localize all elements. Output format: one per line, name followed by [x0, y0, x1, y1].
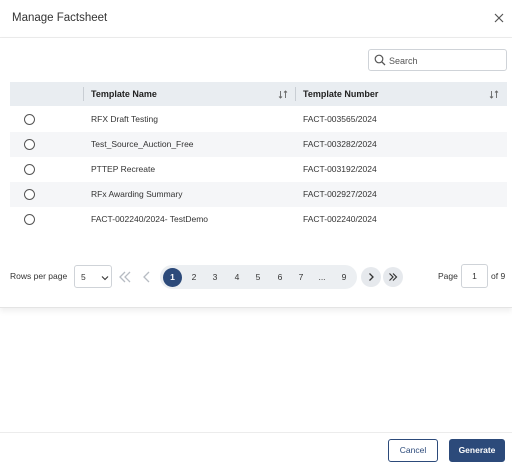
page-4-button[interactable]: 4: [228, 265, 246, 289]
rows-per-page-select[interactable]: 5: [74, 265, 112, 288]
template-number-cell: FACT-003192/2024: [303, 164, 377, 174]
column-header-template-number[interactable]: Template Number: [303, 82, 378, 106]
close-icon[interactable]: [492, 11, 506, 25]
search-icon: [374, 54, 386, 66]
column-divider: [295, 87, 296, 101]
row-radio[interactable]: [24, 114, 35, 125]
dialog-title: Manage Factsheet: [12, 12, 108, 24]
template-number-cell: FACT-003282/2024: [303, 139, 377, 149]
template-name-cell: RFx Awarding Summary: [91, 189, 183, 199]
last-page-icon: [389, 273, 398, 281]
table-row[interactable]: RFx Awarding Summary FACT-002927/2024: [10, 182, 507, 207]
sort-icon[interactable]: [278, 90, 288, 99]
page-ellipsis: ...: [318, 272, 326, 282]
page-7-button[interactable]: 7: [292, 265, 310, 289]
next-page-button[interactable]: [361, 267, 381, 287]
table-row[interactable]: Test_Source_Auction_Free FACT-003282/202…: [10, 132, 507, 157]
total-pages-label: of 9: [491, 271, 506, 281]
page-2-button[interactable]: 2: [185, 265, 203, 289]
page-5-button[interactable]: 5: [249, 265, 267, 289]
dialog-header: Manage Factsheet: [0, 0, 512, 38]
first-page-icon[interactable]: [116, 268, 134, 286]
page-list: 1 2 3 4 5 6 7 ... 9: [160, 265, 357, 289]
sort-icon[interactable]: [489, 90, 499, 99]
page-number-input[interactable]: 1: [461, 264, 488, 288]
page-9-button[interactable]: 9: [335, 265, 353, 289]
table-row[interactable]: RFX Draft Testing FACT-003565/2024: [10, 107, 507, 132]
rows-per-page-value: 5: [81, 272, 86, 282]
search-box[interactable]: [368, 49, 507, 71]
previous-page-icon[interactable]: [138, 268, 156, 286]
row-radio[interactable]: [24, 139, 35, 150]
table-header: Template Name Template Number: [10, 82, 507, 106]
table-row[interactable]: PTTEP Recreate FACT-003192/2024: [10, 157, 507, 182]
search-input[interactable]: [389, 53, 501, 68]
cancel-button[interactable]: Cancel: [388, 439, 438, 462]
template-number-cell: FACT-002927/2024: [303, 189, 377, 199]
template-name-cell: RFX Draft Testing: [91, 114, 158, 124]
template-number-cell: FACT-003565/2024: [303, 114, 377, 124]
chevron-down-icon: [101, 276, 109, 281]
next-page-icon: [369, 273, 374, 281]
column-divider: [83, 87, 84, 101]
page-3-button[interactable]: 3: [206, 265, 224, 289]
row-radio[interactable]: [24, 214, 35, 225]
template-number-cell: FACT-002240/2024: [303, 214, 377, 224]
page-6-button[interactable]: 6: [271, 265, 289, 289]
table-row[interactable]: FACT-002240/2024- TestDemo FACT-002240/2…: [10, 207, 507, 232]
row-radio[interactable]: [24, 164, 35, 175]
rows-per-page-label: Rows per page: [10, 271, 68, 281]
row-radio[interactable]: [24, 189, 35, 200]
page-label: Page: [438, 271, 458, 281]
template-name-cell: PTTEP Recreate: [91, 164, 156, 174]
generate-button[interactable]: Generate: [449, 439, 505, 462]
column-header-template-name[interactable]: Template Name: [91, 82, 157, 106]
template-name-cell: FACT-002240/2024- TestDemo: [91, 214, 209, 224]
template-name-cell: Test_Source_Auction_Free: [91, 139, 194, 149]
page-1-button[interactable]: 1: [163, 268, 182, 287]
last-page-button[interactable]: [383, 267, 403, 287]
